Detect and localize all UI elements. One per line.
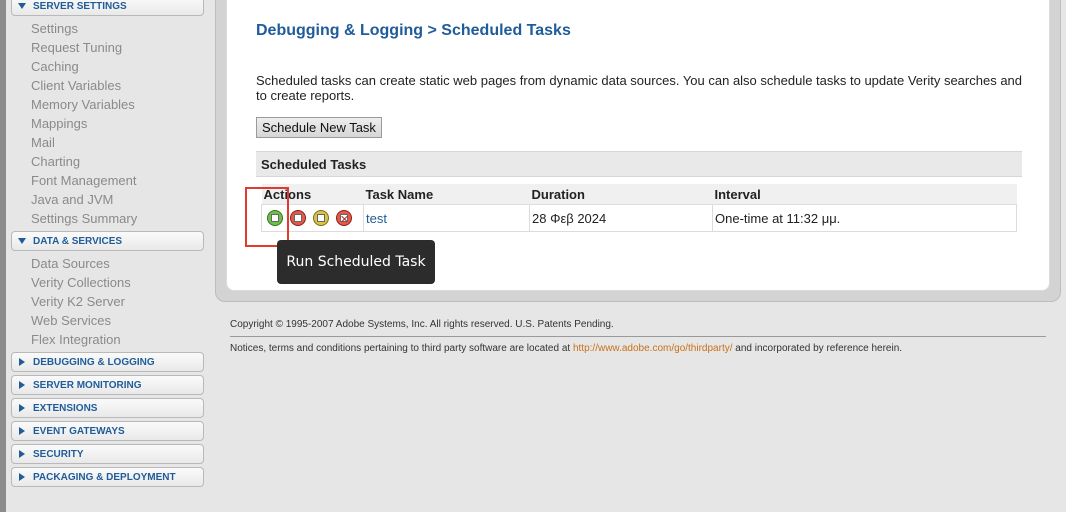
section-items-server-settings: Settings Request Tuning Caching Client V…	[11, 19, 204, 228]
notice-prefix: Notices, terms and conditions pertaining…	[230, 343, 571, 354]
sidebar-item-web-services[interactable]: Web Services	[31, 311, 204, 330]
section-server-monitoring[interactable]: SERVER MONITORING	[11, 375, 204, 395]
section-label: SECURITY	[33, 448, 84, 460]
chevron-right-icon	[17, 426, 27, 436]
section-extensions[interactable]: EXTENSIONS	[11, 398, 204, 418]
section-security[interactable]: SECURITY	[11, 444, 204, 464]
chevron-down-icon	[17, 1, 27, 11]
table-header-row: Actions Task Name Duration Interval	[261, 184, 1017, 205]
chevron-right-icon	[17, 472, 27, 482]
thirdparty-link[interactable]: http://www.adobe.com/go/thirdparty/	[573, 343, 733, 354]
page-title: Debugging & Logging > Scheduled Tasks	[256, 22, 571, 39]
chevron-right-icon	[17, 403, 27, 413]
sidebar-item-settings-summary[interactable]: Settings Summary	[31, 209, 204, 228]
sidebar-item-font-management[interactable]: Font Management	[31, 171, 204, 190]
tooltip: Run Scheduled Task	[277, 240, 435, 284]
section-label: SERVER SETTINGS	[33, 0, 127, 12]
section-debugging-logging[interactable]: DEBUGGING & LOGGING	[11, 352, 204, 372]
section-label: EVENT GATEWAYS	[33, 425, 125, 437]
sidebar-item-mail[interactable]: Mail	[31, 133, 204, 152]
section-label: DEBUGGING & LOGGING	[33, 356, 155, 368]
interval-cell: One-time at 11:32 μμ.	[712, 204, 1017, 232]
column-header-interval: Interval	[712, 184, 1017, 205]
sidebar-item-verity-k2-server[interactable]: Verity K2 Server	[31, 292, 204, 311]
column-header-task-name: Task Name	[363, 184, 530, 205]
pause-icon[interactable]	[290, 210, 306, 226]
sidebar-nav: SERVER SETTINGS Settings Request Tuning …	[11, 0, 204, 490]
highlight-box	[245, 187, 289, 247]
sidebar-item-charting[interactable]: Charting	[31, 152, 204, 171]
sidebar-item-request-tuning[interactable]: Request Tuning	[31, 38, 204, 57]
section-packaging-deployment[interactable]: PACKAGING & DEPLOYMENT	[11, 467, 204, 487]
sidebar-item-settings[interactable]: Settings	[31, 19, 204, 38]
sidebar-item-verity-collections[interactable]: Verity Collections	[31, 273, 204, 292]
section-label: DATA & SERVICES	[33, 235, 123, 247]
table-row: test 28 Φεβ 2024 One-time at 11:32 μμ.	[261, 204, 1017, 232]
chevron-right-icon	[17, 380, 27, 390]
delete-icon[interactable]	[336, 210, 352, 226]
section-label: EXTENSIONS	[33, 402, 98, 414]
sidebar-item-mappings[interactable]: Mappings	[31, 114, 204, 133]
task-name-cell: test	[363, 204, 530, 232]
section-items-data-services: Data Sources Verity Collections Verity K…	[11, 254, 204, 349]
chevron-right-icon	[17, 449, 27, 459]
scheduled-tasks-table: Actions Task Name Duration Interval test…	[261, 184, 1017, 232]
sidebar-item-caching[interactable]: Caching	[31, 57, 204, 76]
task-name-link[interactable]: test	[366, 211, 387, 226]
chevron-right-icon	[17, 357, 27, 367]
section-server-settings[interactable]: SERVER SETTINGS	[11, 0, 204, 16]
sidebar-item-client-variables[interactable]: Client Variables	[31, 76, 204, 95]
chevron-down-icon	[17, 236, 27, 246]
scheduled-tasks-header: Scheduled Tasks	[256, 151, 1022, 177]
sidebar-item-data-sources[interactable]: Data Sources	[31, 254, 204, 273]
footer: Copyright © 1995-2007 Adobe Systems, Inc…	[230, 319, 1046, 354]
edit-icon[interactable]	[313, 210, 329, 226]
section-data-services[interactable]: DATA & SERVICES	[11, 231, 204, 251]
copyright-text: Copyright © 1995-2007 Adobe Systems, Inc…	[230, 319, 614, 330]
section-label: SERVER MONITORING	[33, 379, 142, 391]
section-label: PACKAGING & DEPLOYMENT	[33, 471, 176, 483]
notice-suffix: and incorporated by reference herein.	[735, 343, 903, 354]
left-edge-bar	[0, 0, 6, 512]
section-event-gateways[interactable]: EVENT GATEWAYS	[11, 421, 204, 441]
sidebar-item-java-and-jvm[interactable]: Java and JVM	[31, 190, 204, 209]
duration-cell: 28 Φεβ 2024	[529, 204, 713, 232]
sidebar-item-flex-integration[interactable]: Flex Integration	[31, 330, 204, 349]
page-description: Scheduled tasks can create static web pa…	[256, 73, 1023, 103]
schedule-new-task-button[interactable]: Schedule New Task	[256, 117, 382, 138]
notice-text: Notices, terms and conditions pertaining…	[230, 343, 1046, 354]
column-header-duration: Duration	[529, 184, 713, 205]
sidebar-item-memory-variables[interactable]: Memory Variables	[31, 95, 204, 114]
footer-divider	[230, 336, 1046, 337]
